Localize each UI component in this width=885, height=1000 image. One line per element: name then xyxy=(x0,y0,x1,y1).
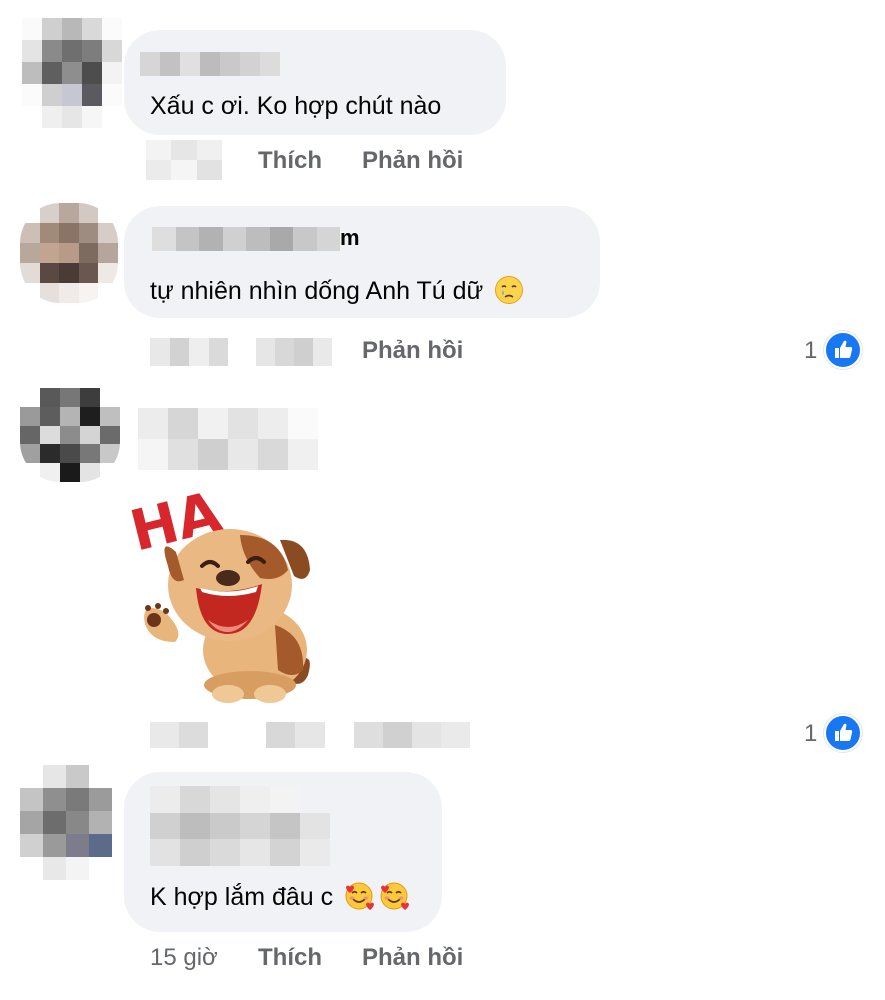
like-button[interactable]: Thích xyxy=(258,944,322,972)
timestamp[interactable]: 15 giờ xyxy=(150,944,218,972)
like-button[interactable]: Thích xyxy=(258,147,322,175)
comment-text: Xấu c ơi. Ko hợp chút nào xyxy=(150,92,442,120)
comment-text: tự nhiên nhìn dống Anh Tú dữ xyxy=(150,276,524,306)
laughing-dog-sticker[interactable]: HA xyxy=(120,480,330,710)
avatar[interactable] xyxy=(20,203,118,303)
comment-text: K hợp lắm đâu c xyxy=(150,882,410,912)
like-reaction-icon[interactable] xyxy=(824,714,862,752)
author-name[interactable] xyxy=(140,52,280,76)
author-name-suffix: m xyxy=(340,225,360,250)
reaction-count[interactable]: 1 xyxy=(804,720,817,748)
thumbs-up-icon xyxy=(835,723,853,741)
like-reaction-icon[interactable] xyxy=(824,331,862,369)
avatar[interactable] xyxy=(22,18,122,128)
timestamp xyxy=(150,338,228,366)
avatar[interactable] xyxy=(20,765,112,880)
author-name[interactable] xyxy=(150,786,330,866)
comment-text-content: K hợp lắm đâu c xyxy=(150,883,334,911)
author-name[interactable] xyxy=(138,408,318,470)
reply-button[interactable]: Phản hồi xyxy=(362,147,463,175)
thumbs-up-icon xyxy=(835,340,853,358)
action-row-blurred xyxy=(150,722,470,748)
smiling-face-with-hearts-icon xyxy=(380,882,410,911)
reply-button[interactable]: Phản hồi xyxy=(362,944,463,972)
reply-button[interactable]: Phản hồi xyxy=(362,337,463,365)
comment-text-content: tự nhiên nhìn dống Anh Tú dữ xyxy=(150,277,484,305)
author-name[interactable] xyxy=(152,227,340,251)
crying-face-icon xyxy=(495,276,524,305)
like-button[interactable] xyxy=(256,338,332,366)
avatar[interactable] xyxy=(20,388,120,482)
timestamp xyxy=(146,140,222,180)
smiling-face-with-hearts-icon xyxy=(345,882,375,911)
reaction-count[interactable]: 1 xyxy=(804,337,817,365)
